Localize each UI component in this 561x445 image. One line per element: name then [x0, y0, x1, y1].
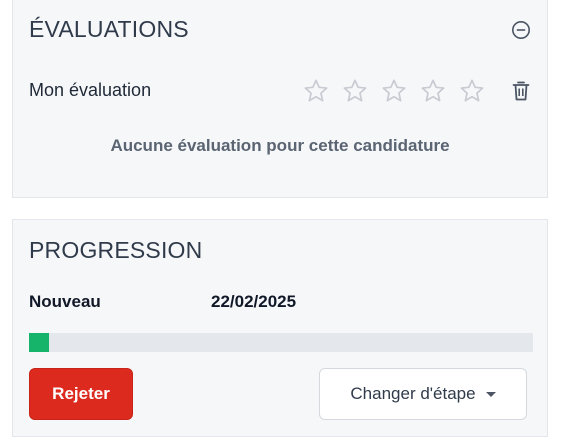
stage-date: 22/02/2025 [211, 292, 297, 311]
progression-card: PROGRESSION Nouveau 22/02/2025 Rejeter C… [12, 219, 548, 437]
star-outline-icon[interactable] [342, 78, 368, 104]
no-evaluation-message: Aucune évaluation pour cette candidature [110, 136, 450, 155]
star-outline-icon[interactable] [303, 78, 329, 104]
change-stage-button[interactable]: Changer d'étape [319, 368, 527, 420]
progression-title: PROGRESSION [29, 237, 203, 263]
star-outline-icon[interactable] [381, 78, 407, 104]
progress-bar-fill [29, 333, 50, 352]
stage-row: Nouveau 22/02/2025 [29, 292, 529, 314]
evaluations-title: ÉVALUATIONS [29, 16, 189, 42]
minus-circle-icon[interactable] [511, 20, 531, 40]
change-stage-label: Changer d'étape [350, 384, 476, 403]
trash-icon[interactable] [511, 80, 531, 102]
progress-bar [29, 333, 533, 352]
star-outline-icon[interactable] [459, 78, 485, 104]
star-rating[interactable] [303, 78, 485, 104]
my-rating-row: Mon évaluation [29, 78, 533, 104]
stage-name: Nouveau [29, 292, 101, 311]
star-outline-icon[interactable] [420, 78, 446, 104]
evaluations-card: ÉVALUATIONS Mon évaluation Aucune évalua… [12, 0, 548, 198]
reject-button[interactable]: Rejeter [29, 368, 133, 420]
caret-down-icon [485, 391, 496, 397]
my-rating-label: Mon évaluation [29, 80, 152, 100]
